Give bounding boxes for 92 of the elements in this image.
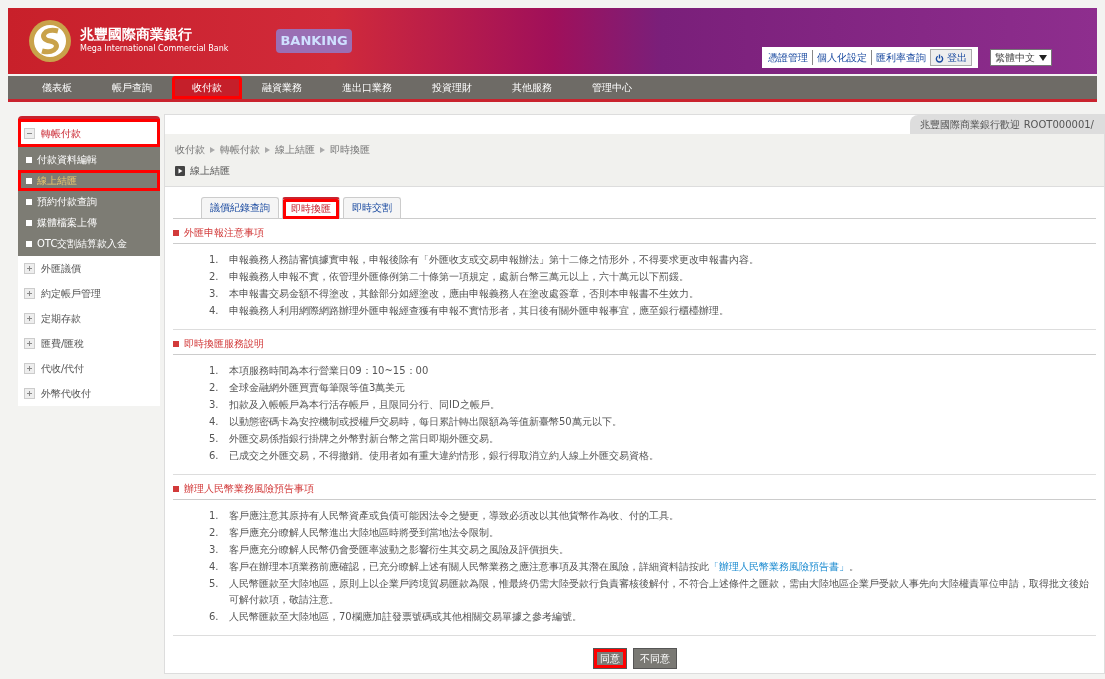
tab[interactable]: 議價紀錄查詢 bbox=[201, 197, 279, 219]
item-number: 5. bbox=[209, 432, 219, 447]
item-number: 1. bbox=[209, 364, 219, 379]
submenu-item[interactable]: 付款資料編輯 bbox=[18, 149, 160, 170]
sidebar-group[interactable]: 外匯議價 bbox=[18, 256, 160, 281]
nav-tab[interactable]: 融資業務 bbox=[242, 76, 322, 99]
nav-tab[interactable]: 其他服務 bbox=[492, 76, 572, 99]
welcome-text: 兆豐國際商業銀行歡迎 ROOT000001/ bbox=[910, 115, 1104, 134]
bullet-icon bbox=[173, 229, 179, 236]
breadcrumb-link[interactable]: 線上結匯 bbox=[275, 144, 315, 155]
agree-button[interactable]: 同意 bbox=[592, 648, 627, 670]
notice-text: 申報義務人務請審慎據實申報，申報後除有「外匯收支或交易申報辦法」第十二條之情形外，不得要求更改申報書內容。 bbox=[229, 253, 759, 268]
chevron-icon bbox=[210, 147, 215, 153]
language-select[interactable]: 繁體中文 bbox=[990, 49, 1052, 66]
notice-text: 全球金融網外匯買賣每筆限等值3萬美元 bbox=[229, 381, 406, 396]
sidebar-group[interactable]: 代收/代付 bbox=[18, 356, 160, 381]
nav-tab[interactable]: 收付款 bbox=[172, 76, 242, 99]
tab[interactable]: 即時換匯 bbox=[282, 197, 340, 220]
item-number: 2. bbox=[209, 270, 219, 285]
breadcrumb-link[interactable]: 收付款 bbox=[175, 144, 205, 155]
item-number: 3. bbox=[209, 543, 219, 558]
item-number: 1. bbox=[209, 509, 219, 524]
plus-icon bbox=[24, 338, 35, 349]
nav-tab[interactable]: 進出口業務 bbox=[322, 76, 412, 99]
banking-logo: BANKING bbox=[276, 29, 352, 53]
breadcrumb-link[interactable]: 即時換匯 bbox=[330, 144, 370, 155]
plus-icon bbox=[24, 313, 35, 324]
item-number: 2. bbox=[209, 526, 219, 541]
submenu-item[interactable]: 線上結匯 bbox=[18, 170, 160, 191]
bank-english-name: Mega International Commercial Bank bbox=[80, 42, 229, 55]
bank-logo-icon bbox=[28, 19, 72, 63]
item-number: 5. bbox=[209, 577, 219, 592]
bank-name: 兆豐國際商業銀行 bbox=[80, 27, 193, 43]
notice-text: 申報義務人利用網際網路辦理外匯申報經查獲有申報不實情形者，其日後有關外匯申報事宜，應至銀行櫃檯辦理。 bbox=[229, 304, 729, 319]
sidebar-group[interactable]: 定期存款 bbox=[18, 306, 160, 331]
plus-icon bbox=[24, 388, 35, 399]
logout-button[interactable]: 登出 bbox=[930, 49, 972, 66]
header-link[interactable]: 憑證管理 bbox=[768, 50, 808, 65]
disagree-button[interactable]: 不同意 bbox=[632, 648, 677, 670]
submenu-item[interactable]: 媒體檔案上傳 bbox=[18, 212, 160, 233]
notice-text: 人民幣匯款至大陸地區，原則上以企業戶跨境貿易匯款為限，惟最終仍需大陸受款行負責審核後解付，不符合上述條件之匯款，需由大陸地區企業戶受款人事先向大陸權責單位申請，取得批文後始可解付款項，敬請注意。 bbox=[229, 577, 1090, 608]
notice-text: 客戶在辦理本項業務前應確認，已充分瞭解上述有關人民幣業務之應注意事項及其潛在風險，詳細資料請按此「辦理人民幣業務風險預告書」。 bbox=[229, 560, 859, 575]
item-number: 3. bbox=[209, 398, 219, 413]
nav-tab[interactable]: 儀表板 bbox=[22, 76, 92, 99]
item-number: 4. bbox=[209, 560, 219, 575]
notice-text: 以動態密碼卡為安控機制或授權戶交易時，每日累計轉出限額為等值新臺幣50萬元以下。 bbox=[229, 415, 622, 430]
item-number: 1. bbox=[209, 253, 219, 268]
play-icon bbox=[175, 165, 185, 176]
sidebar-group[interactable]: 外幣代收付 bbox=[18, 381, 160, 406]
header-link[interactable]: 匯利率查詢 bbox=[871, 50, 926, 65]
chevron-icon bbox=[320, 147, 325, 153]
nav-tab[interactable]: 帳戶查詢 bbox=[92, 76, 172, 99]
section-title: 辦理人民幣業務風險預告事項 bbox=[184, 482, 314, 497]
notice-text: 扣款及入帳帳戶為本行活存帳戶，且限同分行、同ID之帳戶。 bbox=[229, 398, 500, 413]
notice-text: 客戶應注意其原持有人民幣資產或負債可能因法令之變更，導致必須改以其他貨幣作為收、付的工具。 bbox=[229, 509, 679, 524]
submenu-item[interactable]: 預約付款查詢 bbox=[18, 191, 160, 212]
item-number: 4. bbox=[209, 415, 219, 430]
nav-tab[interactable]: 投資理財 bbox=[412, 76, 492, 99]
header-link[interactable]: 個人化設定 bbox=[812, 50, 867, 65]
submenu-item[interactable]: OTC交割結算款入金 bbox=[18, 233, 160, 254]
notice-text: 本申報書交易金額不得塗改，其餘部分如經塗改，應由申報義務人在塗改處簽章，否則本申報書不生效力。 bbox=[229, 287, 699, 302]
notice-text: 客戶應充分瞭解人民幣進出大陸地區時將受到當地法令限制。 bbox=[229, 526, 499, 541]
breadcrumb-link[interactable]: 轉帳付款 bbox=[220, 144, 260, 155]
bullet-icon bbox=[173, 485, 179, 492]
tab[interactable]: 即時交割 bbox=[343, 197, 401, 219]
item-number: 6. bbox=[209, 449, 219, 464]
section-title: 外匯申報注意事項 bbox=[184, 226, 264, 241]
notice-text: 本項服務時間為本行營業日09：10~15：00 bbox=[229, 364, 429, 379]
sidebar-group[interactable]: 轉帳付款 bbox=[18, 119, 160, 147]
chevron-icon bbox=[265, 147, 270, 153]
notice-text: 客戶應充分瞭解人民幣仍會受匯率波動之影響衍生其交易之風險及評價損失。 bbox=[229, 543, 569, 558]
plus-icon bbox=[24, 363, 35, 374]
notice-text: 申報義務人申報不實，依管理外匯條例第二十條第一項規定，處新台幣三萬元以上，六十萬元以下罰鍰。 bbox=[229, 270, 689, 285]
power-icon bbox=[935, 53, 944, 63]
page-title: 線上結匯 bbox=[190, 164, 230, 178]
notice-text: 人民幣匯款至大陸地區，70欄應加註發票號碼或其他相關交易單據之參考編號。 bbox=[229, 610, 582, 625]
plus-icon bbox=[24, 288, 35, 299]
plus-icon bbox=[24, 263, 35, 274]
minus-icon bbox=[24, 127, 35, 139]
item-number: 3. bbox=[209, 287, 219, 302]
item-number: 2. bbox=[209, 381, 219, 396]
document-link[interactable]: 「辦理人民幣業務風險預告書」 bbox=[709, 561, 849, 573]
bullet-icon bbox=[173, 340, 179, 347]
notice-text: 外匯交易係指銀行掛牌之外幣對新台幣之當日即期外匯交易。 bbox=[229, 432, 499, 447]
sidebar-group[interactable]: 約定帳戶管理 bbox=[18, 281, 160, 306]
nav-tab[interactable]: 管理中心 bbox=[572, 76, 652, 99]
caret-icon bbox=[1039, 55, 1047, 61]
sidebar-group[interactable]: 匯費/匯稅 bbox=[18, 331, 160, 356]
notice-text: 已成交之外匯交易，不得撤銷。使用者如有重大違約情形，銀行得取消立約人線上外匯交易資格。 bbox=[229, 449, 659, 464]
section-title: 即時換匯服務說明 bbox=[184, 337, 264, 352]
item-number: 6. bbox=[209, 610, 219, 625]
item-number: 4. bbox=[209, 304, 219, 319]
